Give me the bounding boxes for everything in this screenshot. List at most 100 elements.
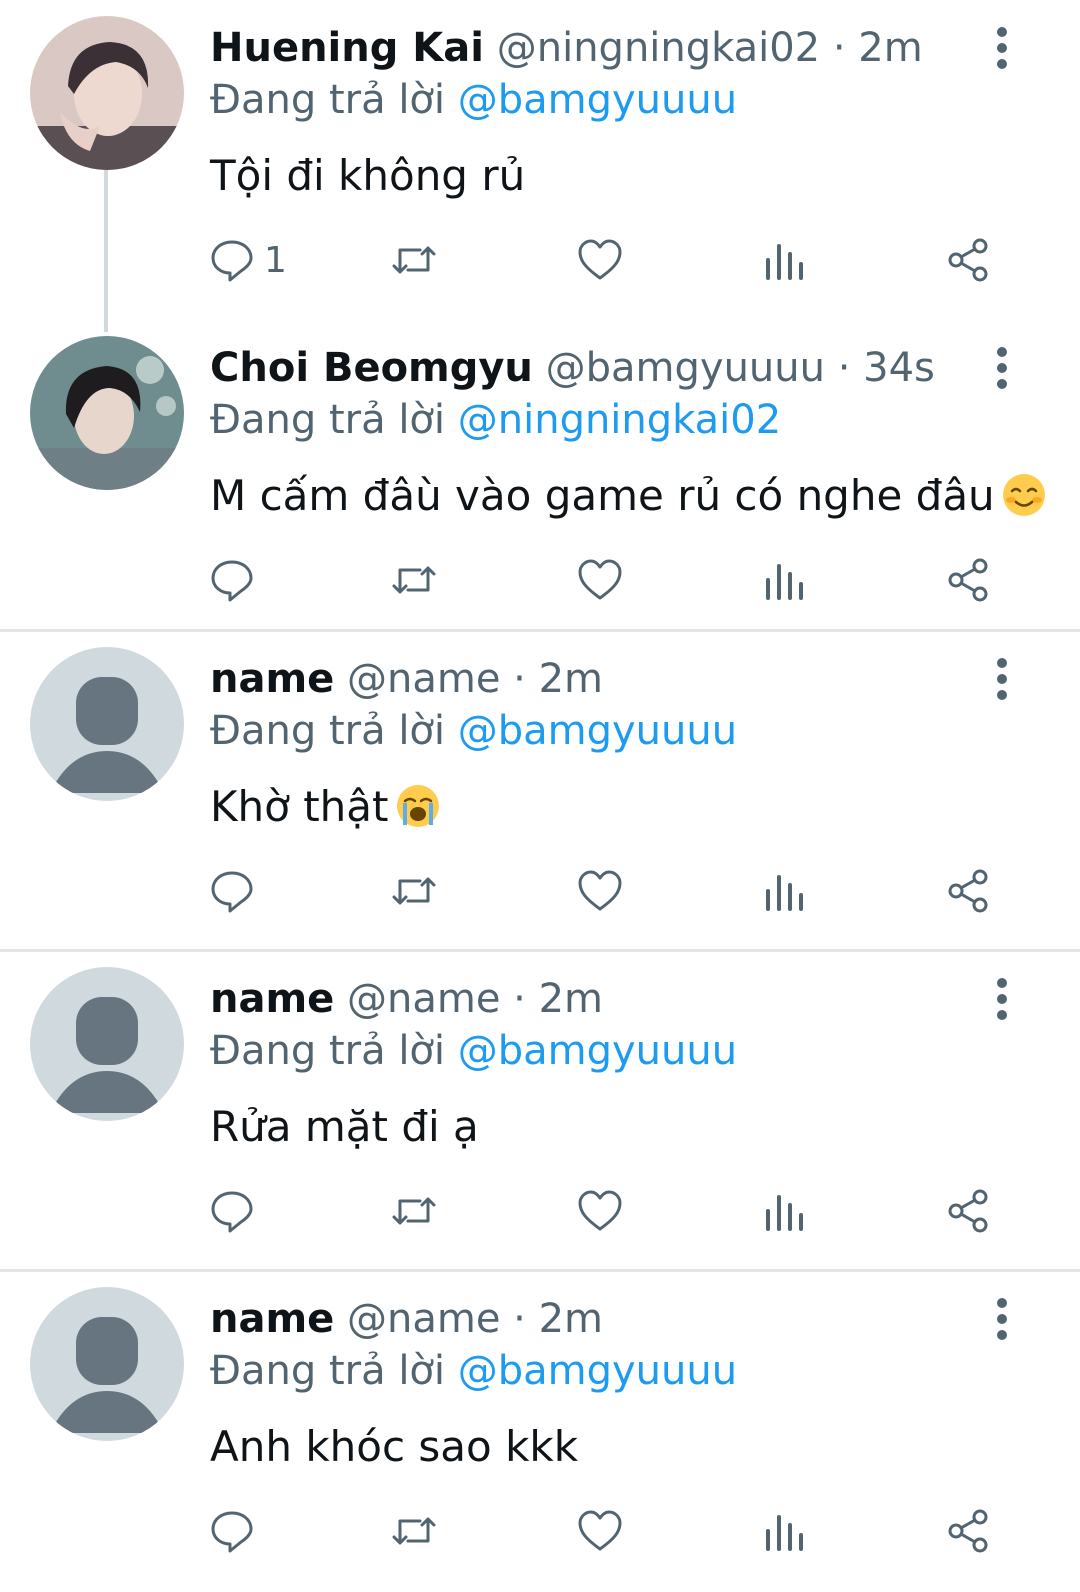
tweet-header: Huening Kai @ningningkai02 · 2m: [210, 18, 923, 78]
views-icon: [766, 875, 803, 911]
reply-icon: [211, 560, 253, 602]
tweet[interactable]: Huening Kai @ningningkai02 · 2m Đang trả…: [0, 0, 1080, 320]
tweet-text-content: Anh khóc sao kkk: [210, 1422, 579, 1471]
avatar[interactable]: [30, 336, 184, 490]
reply-button[interactable]: [208, 1503, 256, 1559]
replying-to: Đang trả lời @ningningkai02: [210, 392, 781, 448]
like-button[interactable]: [576, 1503, 624, 1559]
separator-dot: ·: [837, 345, 851, 391]
reply-button[interactable]: [208, 552, 256, 608]
mention-link[interactable]: @bamgyuuuu: [458, 708, 737, 754]
share-button[interactable]: [944, 1503, 992, 1559]
like-button[interactable]: [576, 863, 624, 919]
timestamp[interactable]: 2m: [858, 25, 922, 71]
retweet-icon: [392, 1197, 436, 1225]
views-button[interactable]: [760, 1503, 808, 1559]
views-button[interactable]: [760, 1183, 808, 1239]
mention-link[interactable]: @bamgyuuuu: [458, 1348, 737, 1394]
more-options-icon[interactable]: [990, 344, 1014, 392]
tweet-text: Anh khóc sao kkk: [210, 1419, 578, 1475]
tweet-actions: [0, 863, 1080, 919]
display-name[interactable]: Huening Kai: [210, 25, 484, 71]
default-avatar[interactable]: [30, 647, 184, 801]
like-button[interactable]: [576, 552, 624, 608]
views-button[interactable]: [760, 863, 808, 919]
avatar[interactable]: [30, 16, 184, 170]
tweet-actions: 1: [0, 232, 1080, 288]
tweet-text-content: Rửa mặt đi ạ: [210, 1102, 479, 1151]
retweet-icon: [392, 566, 436, 594]
separator-dot: ·: [832, 25, 846, 71]
reply-feed: Huening Kai @ningningkai02 · 2m Đang trả…: [0, 0, 1080, 1592]
timestamp[interactable]: 2m: [539, 656, 603, 702]
separator-dot: ·: [513, 976, 526, 1022]
reply-button[interactable]: 1: [208, 232, 287, 288]
more-options-icon[interactable]: [990, 655, 1014, 703]
display-name[interactable]: name: [210, 976, 334, 1022]
share-button[interactable]: [944, 232, 992, 288]
views-button[interactable]: [760, 552, 808, 608]
more-options-icon[interactable]: [990, 1295, 1014, 1343]
views-icon: [766, 564, 803, 600]
timestamp[interactable]: 2m: [539, 976, 603, 1022]
separator-dot: ·: [513, 656, 526, 702]
like-button[interactable]: [576, 232, 624, 288]
smiling-face-emoji: [1002, 474, 1045, 516]
share-button[interactable]: [944, 1183, 992, 1239]
like-button[interactable]: [576, 1183, 624, 1239]
share-icon: [948, 238, 988, 282]
replying-to-label: Đang trả lời: [210, 77, 446, 123]
share-button[interactable]: [944, 863, 992, 919]
display-name[interactable]: name: [210, 656, 334, 702]
reply-count: 1: [264, 239, 287, 281]
timestamp[interactable]: 34s: [863, 345, 935, 391]
username[interactable]: @name: [347, 656, 500, 702]
reply-button[interactable]: [208, 863, 256, 919]
tweet-actions: [0, 1503, 1080, 1559]
username[interactable]: @name: [347, 976, 500, 1022]
mention-link[interactable]: @bamgyuuuu: [458, 77, 737, 123]
crying-face-emoji: [396, 785, 439, 827]
replying-to-label: Đang trả lời: [210, 1348, 446, 1394]
default-avatar[interactable]: [30, 967, 184, 1121]
mention-link[interactable]: @ningningkai02: [458, 397, 781, 443]
username[interactable]: @bamgyuuuu: [546, 345, 825, 391]
retweet-button[interactable]: [390, 863, 438, 919]
separator-dot: ·: [513, 1296, 526, 1342]
tweet[interactable]: name @name · 2m Đang trả lời @bamgyuuuu …: [0, 631, 1080, 951]
retweet-button[interactable]: [390, 552, 438, 608]
tweet[interactable]: name @name · 2m Đang trả lời @bamgyuuuu …: [0, 951, 1080, 1271]
username[interactable]: @name: [347, 1296, 500, 1342]
timestamp[interactable]: 2m: [539, 1296, 603, 1342]
mention-link[interactable]: @bamgyuuuu: [458, 1028, 737, 1074]
share-icon: [948, 869, 988, 913]
views-button[interactable]: [760, 232, 808, 288]
more-options-icon[interactable]: [990, 24, 1014, 72]
retweet-button[interactable]: [390, 1503, 438, 1559]
reply-icon: [211, 871, 253, 913]
tweet-header: name @name · 2m: [210, 649, 603, 709]
tweet-header: name @name · 2m: [210, 969, 603, 1029]
tweet-text-content: Tội đi không rủ: [210, 151, 526, 200]
share-icon: [948, 1509, 988, 1553]
replying-to: Đang trả lời @bamgyuuuu: [210, 1023, 737, 1079]
replying-to: Đang trả lời @bamgyuuuu: [210, 72, 737, 128]
tweet[interactable]: Choi Beomgyu @bamgyuuuu · 34s Đang trả l…: [0, 320, 1080, 631]
more-options-icon[interactable]: [990, 975, 1014, 1023]
tweet-text: Rửa mặt đi ạ: [210, 1099, 479, 1155]
share-icon: [948, 558, 988, 602]
username[interactable]: @ningningkai02: [497, 25, 820, 71]
retweet-button[interactable]: [390, 1183, 438, 1239]
reply-button[interactable]: [208, 1183, 256, 1239]
retweet-button[interactable]: [390, 232, 438, 288]
like-icon: [578, 870, 622, 911]
replying-to-label: Đang trả lời: [210, 397, 446, 443]
share-button[interactable]: [944, 552, 992, 608]
default-avatar[interactable]: [30, 1287, 184, 1441]
like-icon: [578, 559, 622, 600]
tweet[interactable]: name @name · 2m Đang trả lời @bamgyuuuu …: [0, 1271, 1080, 1592]
views-icon: [766, 1515, 803, 1551]
tweet-actions: [0, 552, 1080, 608]
display-name[interactable]: Choi Beomgyu: [210, 345, 533, 391]
display-name[interactable]: name: [210, 1296, 334, 1342]
